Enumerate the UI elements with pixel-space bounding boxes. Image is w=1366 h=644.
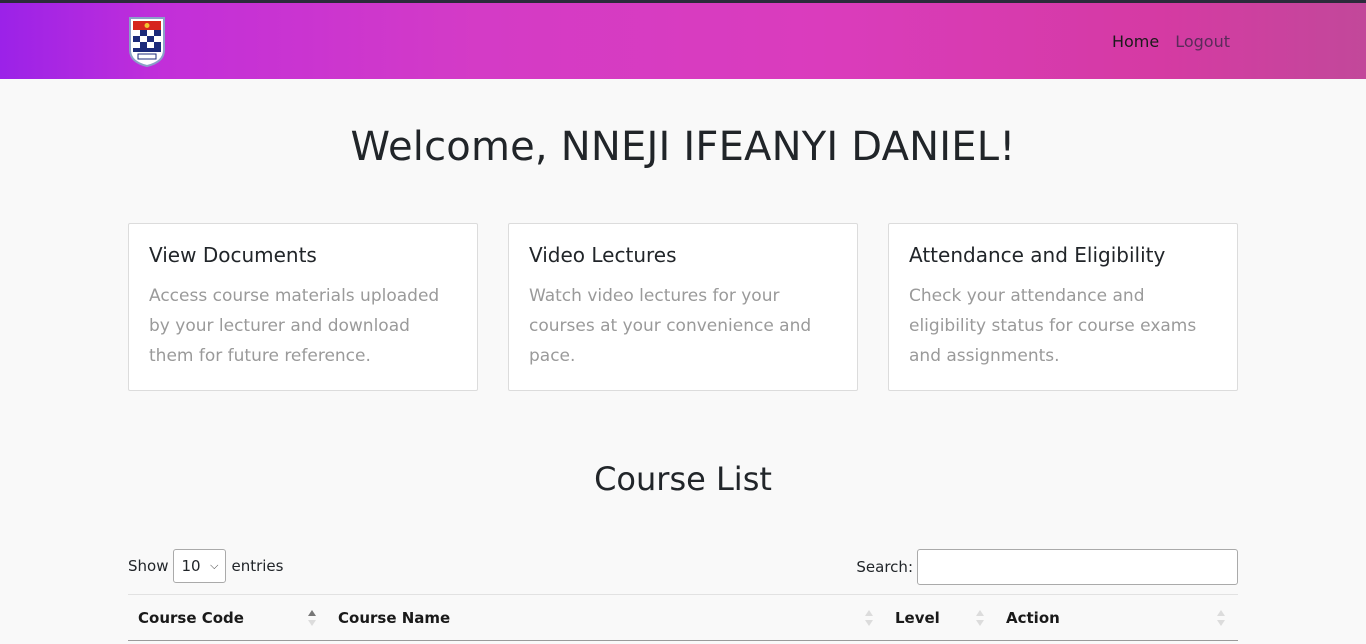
show-label: Show xyxy=(128,557,169,575)
table-search-control: Search: xyxy=(856,549,1238,585)
welcome-heading: Welcome, NNEJI IFEANYI DANIEL! xyxy=(350,124,1016,170)
sort-arrows-icon xyxy=(865,610,873,626)
search-label: Search: xyxy=(856,558,913,576)
card-video-lectures[interactable]: Video Lectures Watch video lectures for … xyxy=(508,223,858,391)
nav-home-link[interactable]: Home xyxy=(1112,32,1159,51)
card-text: Check your attendance and eligibility st… xyxy=(909,286,1197,366)
entries-select[interactable]: 10 ⌵ xyxy=(173,549,227,583)
university-crest-icon[interactable] xyxy=(128,16,166,68)
course-table-header: Course Code Course Name Level Action xyxy=(128,594,1238,641)
sort-arrows-icon xyxy=(1217,610,1225,626)
card-view-documents[interactable]: View Documents Access course materials u… xyxy=(128,223,478,391)
column-header-action[interactable]: Action xyxy=(996,595,1238,641)
card-attendance-eligibility[interactable]: Attendance and Eligibility Check your at… xyxy=(888,223,1238,391)
course-list-heading: Course List xyxy=(594,460,772,498)
card-text: Watch video lectures for your courses at… xyxy=(529,286,812,366)
column-header-label: Course Code xyxy=(138,609,244,627)
search-input[interactable] xyxy=(917,549,1238,585)
sort-ascending-icon xyxy=(308,610,316,626)
entries-label: entries xyxy=(231,557,284,575)
column-header-label: Level xyxy=(895,609,940,627)
column-header-course-name[interactable]: Course Name xyxy=(328,595,884,641)
column-header-label: Action xyxy=(1006,609,1060,627)
card-title: Attendance and Eligibility xyxy=(909,243,1166,267)
chevron-down-icon: ⌵ xyxy=(210,559,219,572)
entries-length-control: Show 10 ⌵ entries xyxy=(128,549,283,583)
sort-arrows-icon xyxy=(976,610,984,626)
top-navbar: Home Logout xyxy=(0,0,1366,79)
card-text: Access course materials uploaded by your… xyxy=(149,286,440,366)
entries-select-value: 10 xyxy=(181,557,201,575)
column-header-course-code[interactable]: Course Code xyxy=(128,595,328,641)
card-title: Video Lectures xyxy=(529,243,677,267)
column-header-label: Course Name xyxy=(338,609,451,627)
nav-logout-link[interactable]: Logout xyxy=(1175,32,1230,51)
card-title: View Documents xyxy=(149,243,317,267)
